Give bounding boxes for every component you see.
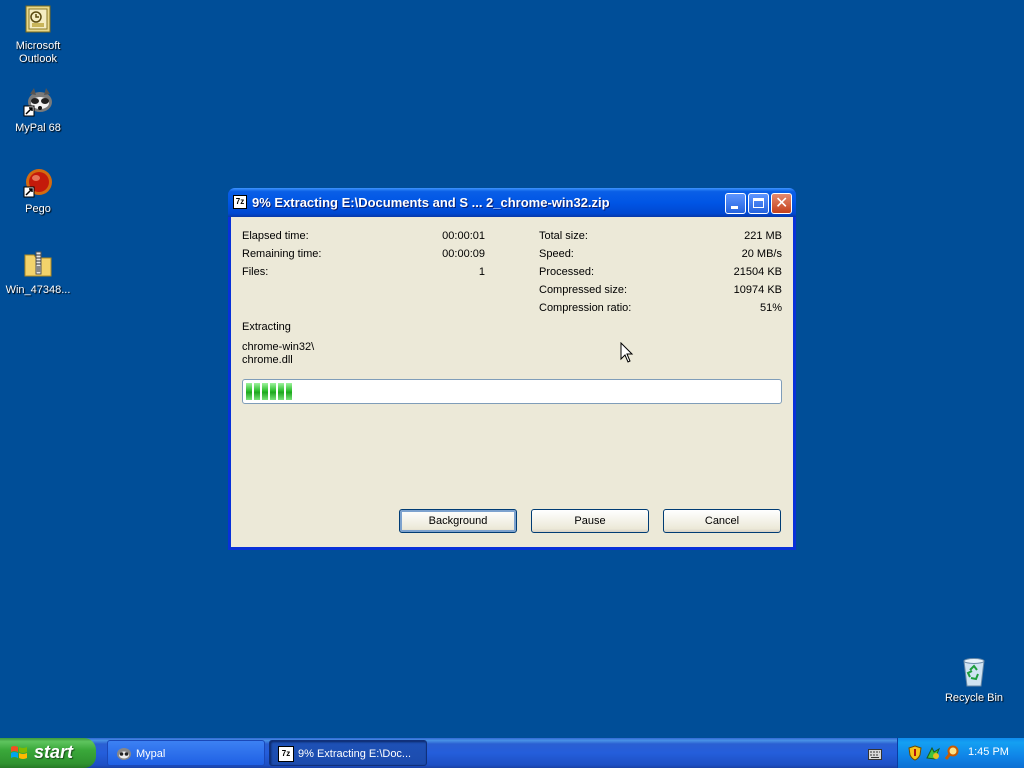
current-path: chrome-win32\ [242, 341, 315, 353]
desktop-icon-label: Win_47348... [5, 284, 71, 296]
extract-progress-window: 7z 9% Extracting E:\Documents and S ... … [228, 188, 796, 550]
taskbar-item-label: Mypal [136, 748, 166, 760]
progress-fill [246, 383, 292, 400]
processed-label: Processed: [539, 266, 595, 278]
desktop-icon-label: Recycle Bin [944, 692, 1004, 704]
progress-segment [278, 383, 284, 400]
compressed-size-value: 10974 KB [733, 284, 782, 296]
total-size-value: 221 MB [744, 230, 782, 242]
close-button[interactable]: ✕ [771, 193, 792, 214]
window-titlebar[interactable]: 7z 9% Extracting E:\Documents and S ... … [228, 188, 796, 217]
window-client-area: Elapsed time: 00:00:01 Remaining time: 0… [231, 217, 793, 547]
system-tray: 1:45 PM [897, 738, 1024, 768]
elapsed-time-value: 00:00:01 [442, 230, 485, 242]
files-value: 1 [478, 266, 485, 278]
progress-segment [254, 383, 260, 400]
compressed-size-label: Compressed size: [539, 284, 628, 296]
taskbar-item-7zip-extract[interactable]: 7z 9% Extracting E:\Doc... [269, 740, 427, 766]
processed-value: 21504 KB [733, 266, 782, 278]
zip-folder-icon [22, 248, 54, 280]
desktop-icon-label: Microsoft Outlook [15, 40, 61, 65]
security-shield-icon[interactable] [908, 745, 922, 766]
desktop-icon-zip-folder[interactable]: Win_47348... [0, 248, 76, 297]
desktop-icon-mypal[interactable]: MyPal 68 [0, 86, 76, 135]
close-icon: ✕ [775, 193, 789, 212]
speed-label: Speed: [539, 248, 574, 260]
compression-ratio-value: 51% [759, 302, 782, 314]
7zip-app-icon[interactable]: 7z [233, 195, 247, 209]
maximize-button[interactable] [748, 193, 769, 214]
clock[interactable]: 1:45 PM [968, 746, 1009, 758]
recycle-bin-icon [958, 656, 990, 688]
background-button[interactable]: Background [399, 509, 517, 533]
minimize-button[interactable] [725, 193, 746, 214]
taskbar: start Mypal 7z 9% Extracting E:\Doc... 1… [0, 738, 1024, 768]
taskbar-item-mypal[interactable]: Mypal [107, 740, 265, 766]
maximize-icon [753, 198, 764, 208]
mypal-icon [22, 86, 54, 118]
progress-segment [286, 383, 292, 400]
desktop-icon-label: MyPal 68 [15, 122, 61, 134]
compression-ratio-label: Compression ratio: [539, 302, 632, 314]
desktop-icon-pego[interactable]: Pego [0, 167, 76, 216]
current-file: chrome.dll [242, 354, 293, 366]
desktop: Microsoft Outlook MyPal 68 Pego Win_4734… [0, 0, 1024, 738]
window-title: 9% Extracting E:\Documents and S ... 2_c… [252, 195, 610, 210]
cancel-button[interactable]: Cancel [663, 509, 781, 533]
outlook-icon [22, 4, 54, 36]
progress-segment [246, 383, 252, 400]
files-label: Files: [242, 266, 269, 278]
status-label: Extracting [242, 321, 291, 333]
minimize-icon [731, 206, 738, 209]
progress-segment [262, 383, 268, 400]
start-label: start [34, 742, 74, 762]
total-size-label: Total size: [539, 230, 588, 242]
extract-progress-bar [242, 379, 782, 404]
pego-icon [22, 167, 54, 199]
speed-value: 20 MB/s [741, 248, 782, 260]
elapsed-time-label: Elapsed time: [242, 230, 309, 242]
pause-button[interactable]: Pause [531, 509, 649, 533]
desktop-icon-label: Pego [25, 203, 51, 215]
remaining-time-label: Remaining time: [242, 248, 322, 260]
desktop-icon-recycle-bin[interactable]: Recycle Bin [936, 656, 1012, 705]
mypal-icon [117, 748, 131, 760]
remaining-time-value: 00:00:09 [442, 248, 485, 260]
network-icon[interactable] [925, 745, 941, 766]
windows-logo-icon [11, 746, 27, 759]
keyboard-icon[interactable] [868, 747, 882, 760]
search-icon[interactable] [944, 745, 960, 766]
desktop-icon-outlook[interactable]: Microsoft Outlook [0, 4, 76, 66]
progress-segment [270, 383, 276, 400]
start-button[interactable]: start [0, 738, 96, 768]
7zip-app-icon: 7z [278, 746, 294, 762]
taskbar-item-label: 9% Extracting E:\Doc... [298, 748, 412, 760]
